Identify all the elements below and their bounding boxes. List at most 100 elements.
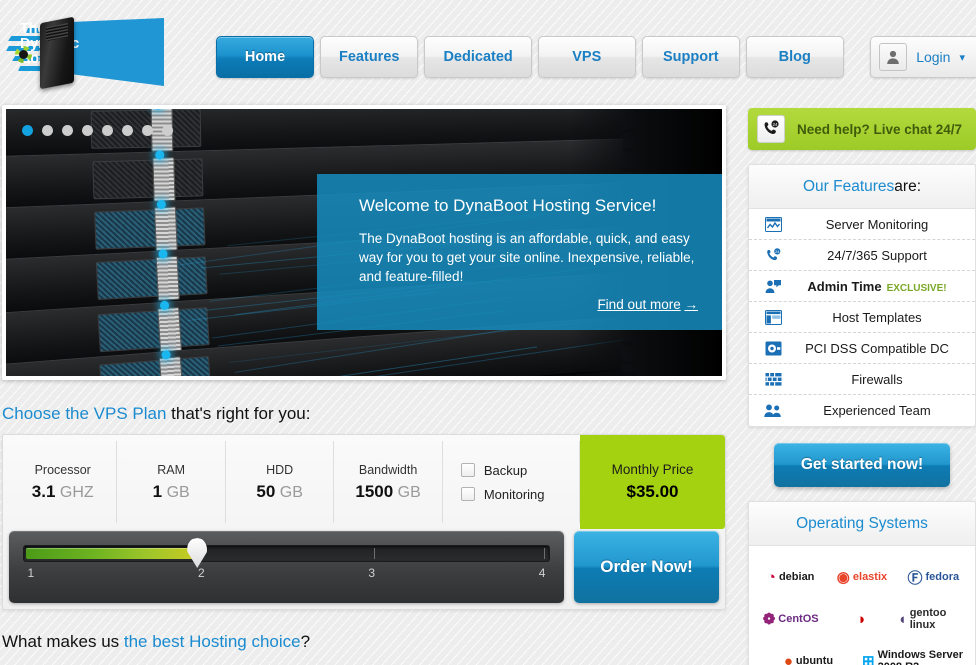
plan-slider-row: 1234 Order Now! xyxy=(9,531,719,603)
os-mark-icon: ◖ xyxy=(898,611,907,628)
os-logo-fedora[interactable]: Ⓕfedora xyxy=(898,556,969,598)
feature-item[interactable]: Experienced Team xyxy=(749,395,975,426)
spec-value: 1 GB xyxy=(153,482,190,502)
feature-label: Server Monitoring xyxy=(826,217,929,232)
safe-lock-icon xyxy=(763,339,783,357)
main-navigation: Home Features Dedicated VPS Support Blog xyxy=(216,36,844,78)
slider-dot-2[interactable] xyxy=(42,125,53,136)
price-label: Monthly Price xyxy=(612,462,694,477)
os-mark-icon: ● xyxy=(784,653,793,665)
spec-value: 1500 GB xyxy=(355,482,420,502)
spec-number: 1500 xyxy=(355,482,393,501)
nav-tab-vps[interactable]: VPS xyxy=(538,36,636,78)
checkbox-icon[interactable] xyxy=(461,487,475,501)
order-now-button[interactable]: Order Now! xyxy=(574,531,719,603)
checkbox-icon[interactable] xyxy=(461,463,475,477)
os-card-title: Operating Systems xyxy=(749,502,975,546)
spec-unit: GB xyxy=(280,484,303,501)
team-people-icon xyxy=(763,402,783,420)
feature-label: 24/7/365 Support xyxy=(827,248,927,263)
bottom-section-title: What makes us the best Hosting choice? xyxy=(2,632,732,652)
feature-label-wrap: 24/7/365 Support xyxy=(793,248,961,263)
live-chat-banner[interactable]: 24 Need help? Live chat 24/7 xyxy=(748,108,976,150)
live-chat-label: Need help? Live chat 24/7 xyxy=(797,122,962,137)
slider-dot-3[interactable] xyxy=(62,125,73,136)
nav-tab-dedicated[interactable]: Dedicated xyxy=(424,36,531,78)
phone-24-icon: 24 xyxy=(763,246,783,264)
feature-item[interactable]: 24 24/7/365 Support xyxy=(749,240,975,271)
sidebar: 24 Need help? Live chat 24/7 Our Feature… xyxy=(748,108,976,665)
svg-text:24: 24 xyxy=(775,248,780,253)
os-mark-icon: ◉ xyxy=(837,568,850,586)
plan-options: Backup Monitoring xyxy=(443,441,580,523)
slider-track[interactable] xyxy=(23,545,550,562)
os-name: CentOS xyxy=(778,613,818,625)
slider-scale: 1234 xyxy=(23,566,550,584)
feature-label-wrap: Firewalls xyxy=(793,372,961,387)
chevron-down-icon[interactable]: ▾ xyxy=(959,51,965,64)
slider-tick-label-1: 1 xyxy=(28,566,35,580)
slider-dot-5[interactable] xyxy=(102,125,113,136)
features-title-rest: are: xyxy=(894,178,921,196)
spec-label: RAM xyxy=(157,463,185,477)
os-logo-ubuntu[interactable]: ● ubuntu xyxy=(755,640,862,665)
os-mark-icon: ◑ xyxy=(856,611,865,628)
feature-item[interactable]: Admin Time EXCLUSIVE! xyxy=(749,271,975,302)
feature-item[interactable]: Host Templates xyxy=(749,302,975,333)
spec-unit: GHZ xyxy=(60,484,94,501)
slider-dot-1[interactable] xyxy=(22,125,33,136)
os-logo-elastix[interactable]: ◉ elastix xyxy=(826,556,897,598)
nav-tab-home[interactable]: Home xyxy=(216,36,314,78)
os-name: Windows Server 2008 R2 xyxy=(878,649,969,665)
option-backup[interactable]: Backup xyxy=(461,463,579,478)
get-started-button[interactable]: Get started now! xyxy=(774,443,950,487)
nav-tab-features[interactable]: Features xyxy=(320,36,418,78)
os-logo-redhat[interactable]: ◑ xyxy=(826,598,897,640)
os-name: fedora xyxy=(925,571,959,583)
slider-dot-8[interactable] xyxy=(162,125,173,136)
monthly-price-box: Monthly Price $35.00 xyxy=(580,435,725,529)
svg-text:24: 24 xyxy=(772,122,778,127)
plan-slider[interactable]: 1 2 3 4 xyxy=(9,531,564,603)
os-mark-icon: Ⓕ xyxy=(907,567,922,588)
feature-label-wrap: Server Monitoring xyxy=(793,217,961,232)
monitor-chart-icon xyxy=(763,215,783,233)
features-title-highlight: Our Features xyxy=(803,178,894,196)
feature-item[interactable]: Server Monitoring xyxy=(749,209,975,240)
spec-row: Processor 3.1 GHZ RAM 1 GB HDD 50 GB Bandwidth… xyxy=(9,441,719,523)
rack-vent xyxy=(94,207,205,249)
os-logo-windows-server-2008-r2[interactable]: ⊞Windows Server 2008 R2 xyxy=(862,640,969,665)
os-mark-icon: ⊞ xyxy=(862,652,875,665)
option-label: Backup xyxy=(484,463,527,478)
option-monitoring[interactable]: Monitoring xyxy=(461,487,579,502)
feature-label-wrap: Admin Time EXCLUSIVE! xyxy=(793,279,961,294)
spec-hdd: HDD 50 GB xyxy=(226,441,334,523)
feature-label: Host Templates xyxy=(832,310,921,325)
rack-drive xyxy=(154,206,178,251)
feature-label: Firewalls xyxy=(851,372,902,387)
rack-drive xyxy=(159,356,184,376)
features-card-title: Our Features are: xyxy=(749,165,975,209)
site-logo[interactable]: The Dynamic Boot xyxy=(6,14,164,90)
os-logo-gentoo-linux[interactable]: ◖ gentoo linux xyxy=(898,598,969,640)
nav-tab-blog[interactable]: Blog xyxy=(746,36,844,78)
admin-user-icon xyxy=(763,277,783,295)
slider-handle[interactable] xyxy=(187,538,207,568)
feature-item[interactable]: PCI DSS Compatible DC xyxy=(749,333,975,364)
slider-fill xyxy=(26,548,199,559)
spec-number: 3.1 xyxy=(32,482,56,501)
hero-slider: Welcome to DynaBoot Hosting Service! The… xyxy=(2,105,726,380)
spec-number: 1 xyxy=(153,482,162,501)
slider-dot-6[interactable] xyxy=(122,125,133,136)
login-button[interactable]: Login ▾ xyxy=(870,36,976,78)
os-logo-debian[interactable]: ◔ debian xyxy=(755,556,826,598)
nav-tab-support[interactable]: Support xyxy=(642,36,740,78)
slider-dot-7[interactable] xyxy=(142,125,153,136)
feature-item[interactable]: Firewalls xyxy=(749,364,975,395)
os-mark-icon: ◔ xyxy=(767,569,776,586)
os-logo-centos[interactable]: ❁ CentOS xyxy=(755,598,826,640)
find-out-more-link[interactable]: Find out more → xyxy=(359,297,698,312)
slider-dot-4[interactable] xyxy=(82,125,93,136)
find-out-more-label: Find out more xyxy=(597,297,680,312)
slider-tick xyxy=(544,548,545,559)
